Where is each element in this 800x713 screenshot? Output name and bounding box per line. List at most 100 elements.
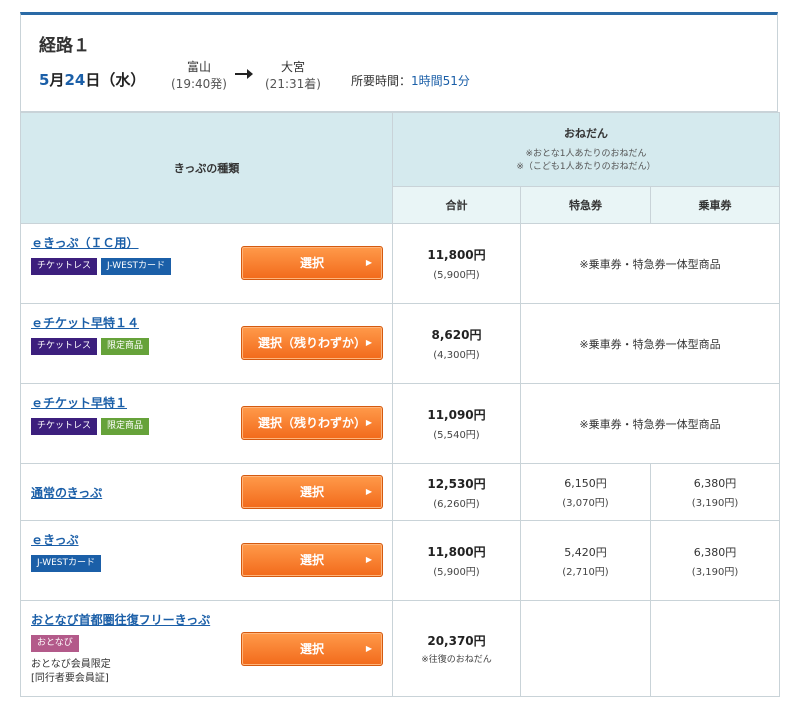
fare-price-cell bbox=[649, 600, 781, 697]
select-button[interactable]: 選択 ▶ bbox=[241, 543, 383, 577]
total-price: 20,370円 bbox=[427, 634, 486, 648]
ticket-name-link[interactable]: ｅきっぷ（ＩＣ用） bbox=[31, 234, 139, 251]
triangle-right-icon: ▶ bbox=[365, 487, 372, 496]
express-price-cell bbox=[520, 600, 651, 697]
express-price: 6,150円 bbox=[564, 477, 607, 490]
select-button-label: 選択 bbox=[299, 553, 324, 567]
fare-table: きっぷの種類 おねだん ※おとな1人あたりのおねだん ※（こども1人あたりのおね… bbox=[20, 112, 781, 697]
table-row: ｅチケット早特１ チケットレス 限定商品 選択（残りわずか） ▶ 11,090円… bbox=[20, 383, 781, 464]
select-button-label: 選択（残りわずか） bbox=[257, 416, 366, 430]
ticket-type-cell: ｅきっぷ（ＩＣ用） チケットレス J-WESTカード 選択 ▶ bbox=[20, 223, 393, 304]
ticket-tags: おとなび bbox=[31, 635, 79, 652]
header-express: 特急券 bbox=[520, 186, 651, 224]
ticket-name-link[interactable]: 通常のきっぷ bbox=[31, 484, 102, 501]
ticket-tags: チケットレス 限定商品 bbox=[31, 338, 150, 355]
ticketless-badge: チケットレス bbox=[31, 338, 98, 355]
triangle-right-icon: ▶ bbox=[365, 338, 372, 347]
ticket-tags: チケットレス J-WESTカード bbox=[31, 258, 172, 275]
total-price-child: (6,260円) bbox=[433, 498, 480, 510]
ticket-name-link[interactable]: ｅきっぷ bbox=[31, 531, 79, 548]
ticket-tags: チケットレス 限定商品 bbox=[31, 418, 150, 435]
jwest-card-badge: J-WESTカード bbox=[31, 555, 102, 572]
ticket-tags: J-WESTカード bbox=[31, 555, 102, 572]
combined-ticket-note: ※乗車券・特急券一体型商品 bbox=[519, 223, 781, 304]
fare-price-child: (3,190円) bbox=[691, 566, 739, 578]
fare-price-cell: 6,380円 (3,190円) bbox=[649, 463, 781, 521]
triangle-right-icon: ▶ bbox=[365, 644, 372, 653]
header-price-title: おねだん bbox=[564, 127, 609, 140]
select-button[interactable]: 選択 ▶ bbox=[241, 246, 383, 280]
fare-price-child: (3,190円) bbox=[691, 498, 739, 509]
route-title: 経路１ bbox=[39, 36, 90, 56]
departure-station-name: 富山 bbox=[186, 60, 211, 74]
express-price-child: (2,710円) bbox=[562, 566, 609, 578]
round-trip-note: ※往復のおねだん bbox=[421, 655, 492, 665]
ticket-type-cell: ｅチケット早特１ チケットレス 限定商品 選択（残りわずか） ▶ bbox=[20, 383, 393, 464]
total-price-cell: 8,620円 (4,300円) bbox=[392, 303, 521, 384]
total-price: 11,800円 bbox=[427, 545, 486, 559]
table-row: 通常のきっぷ 選択 ▶ 12,530円 (6,260円) 6,150円 (3,0… bbox=[20, 463, 781, 521]
header-price: おねだん ※おとな1人あたりのおねだん ※（こども1人あたりのおねだん） bbox=[391, 112, 781, 187]
ticketless-badge: チケットレス bbox=[31, 418, 98, 435]
member-restriction-note: おとなび会員限定 [同行者要会員証] bbox=[31, 658, 111, 686]
ticket-name-link[interactable]: ｅチケット早特１４ bbox=[31, 314, 139, 331]
select-button-label: 選択 bbox=[299, 485, 324, 499]
ticket-type-cell: ｅチケット早特１４ チケットレス 限定商品 選択（残りわずか） ▶ bbox=[20, 303, 393, 384]
header-price-note-child: ※（こども1人あたりのおねだん） bbox=[516, 162, 656, 172]
ticket-name-link[interactable]: おとなび首都圏往復フリーきっぷ bbox=[31, 611, 210, 628]
limited-badge: 限定商品 bbox=[101, 338, 150, 355]
combined-ticket-note: ※乗車券・特急券一体型商品 bbox=[519, 303, 781, 384]
ticketless-badge: チケットレス bbox=[31, 258, 98, 275]
fare-price: 6,380円 bbox=[693, 477, 737, 490]
departure-station: 富山 (19:40発) bbox=[171, 59, 227, 93]
fare-price-cell: 6,380円 (3,190円) bbox=[649, 520, 781, 601]
select-button-label: 選択 bbox=[299, 642, 324, 656]
otonabi-badge: おとなび bbox=[31, 635, 79, 652]
total-price-cell: 11,800円 (5,900円) bbox=[392, 520, 521, 601]
route-summary: 経路１ 5月24日（水） 富山 (19:40発) 大宮 (21:31着) 所要時… bbox=[20, 12, 778, 112]
total-price: 8,620円 bbox=[431, 328, 482, 342]
table-row: ｅきっぷ（ＩＣ用） チケットレス J-WESTカード 選択 ▶ 11,800円 … bbox=[20, 223, 781, 304]
select-button[interactable]: 選択 ▶ bbox=[241, 475, 383, 509]
arrow-right-icon bbox=[235, 69, 253, 79]
total-price: 12,530円 bbox=[427, 476, 486, 491]
duration-label: 所要時間： bbox=[351, 74, 412, 88]
travel-duration: 所要時間：1時間51分 bbox=[351, 72, 470, 89]
combined-ticket-note: ※乗車券・特急券一体型商品 bbox=[519, 383, 781, 464]
total-price-child: (5,900円) bbox=[433, 567, 480, 578]
header-fare: 乗車券 bbox=[649, 186, 781, 224]
express-price-child: (3,070円) bbox=[562, 498, 609, 509]
header-price-note-adult: ※おとな1人あたりのおねだん bbox=[525, 149, 647, 159]
table-row: おとなび首都圏往復フリーきっぷ おとなび おとなび会員限定 [同行者要会員証] … bbox=[20, 600, 781, 697]
date-month: 5 bbox=[39, 71, 50, 89]
table-row: ｅきっぷ J-WESTカード 選択 ▶ 11,800円 (5,900円) 5,4… bbox=[20, 520, 781, 601]
select-button-label: 選択 bbox=[299, 256, 324, 270]
triangle-right-icon: ▶ bbox=[365, 418, 372, 427]
select-button-label: 選択（残りわずか） bbox=[257, 336, 366, 350]
header-ticket-type: きっぷの種類 bbox=[20, 112, 393, 224]
ticket-type-cell: ｅきっぷ J-WESTカード 選択 ▶ bbox=[20, 520, 393, 601]
arrival-time: (21:31着) bbox=[265, 77, 321, 91]
express-price-cell: 6,150円 (3,070円) bbox=[520, 463, 651, 521]
total-price-child: (4,300円) bbox=[433, 350, 480, 361]
fare-price: 6,380円 bbox=[693, 545, 737, 559]
member-note-line1: おとなび会員限定 bbox=[31, 659, 111, 670]
arrival-station: 大宮 (21:31着) bbox=[265, 59, 321, 93]
limited-badge: 限定商品 bbox=[101, 418, 150, 435]
select-button[interactable]: 選択（残りわずか） ▶ bbox=[241, 326, 383, 360]
ticket-name-link[interactable]: ｅチケット早特１ bbox=[31, 394, 127, 411]
arrival-station-name: 大宮 bbox=[280, 60, 305, 74]
total-price: 11,800円 bbox=[427, 248, 486, 262]
select-button[interactable]: 選択（残りわずか） ▶ bbox=[241, 406, 383, 440]
total-price-child: (5,540円) bbox=[433, 430, 480, 441]
total-price-child: (5,900円) bbox=[433, 270, 480, 281]
ticket-type-cell: 通常のきっぷ 選択 ▶ bbox=[20, 463, 393, 521]
header-total: 合計 bbox=[392, 186, 521, 224]
total-price: 11,090円 bbox=[427, 408, 486, 422]
departure-time: (19:40発) bbox=[171, 77, 227, 91]
jwest-card-badge: J-WESTカード bbox=[101, 258, 172, 275]
total-price-cell: 20,370円 ※往復のおねだん bbox=[392, 600, 521, 697]
member-note-line2: [同行者要会員証] bbox=[31, 673, 109, 684]
select-button[interactable]: 選択 ▶ bbox=[241, 632, 383, 666]
express-price: 5,420円 bbox=[564, 545, 607, 559]
